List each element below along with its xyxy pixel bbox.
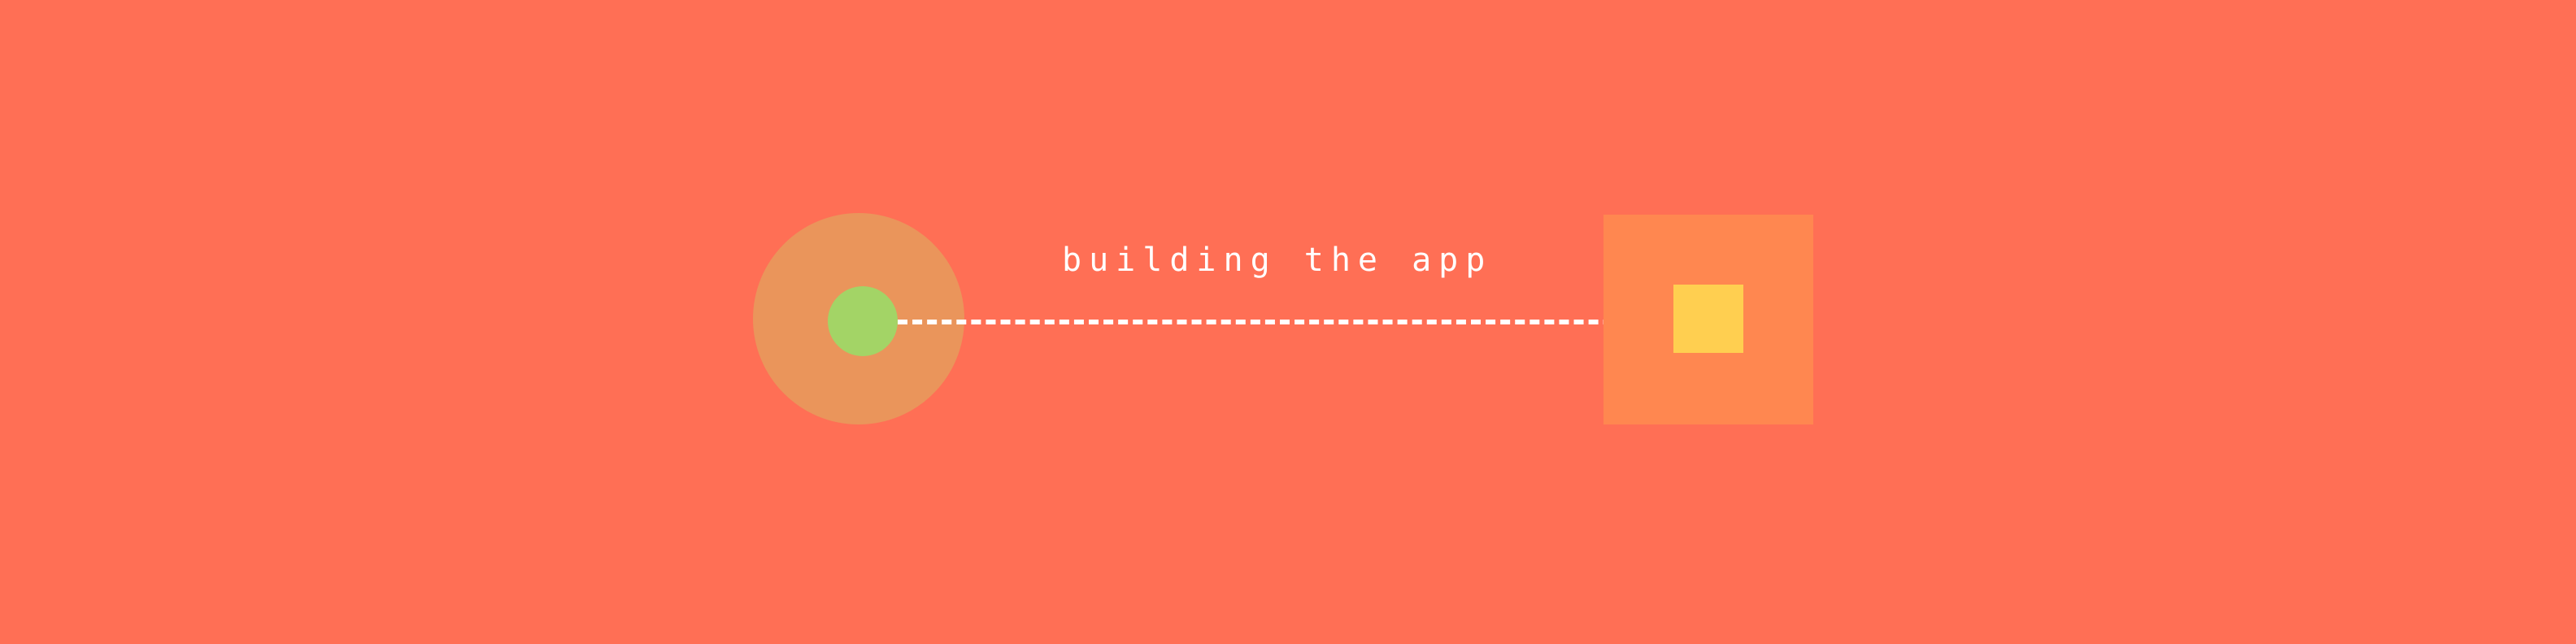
- status-caption: building the app: [1062, 242, 1493, 279]
- progress-illustration: building the app: [0, 0, 2576, 644]
- end-square-icon: [1673, 285, 1743, 353]
- dashed-connector-line: [898, 320, 1672, 324]
- start-circle-icon: [828, 286, 898, 356]
